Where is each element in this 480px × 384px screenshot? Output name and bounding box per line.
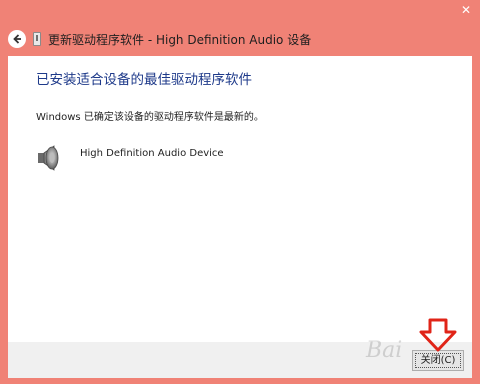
content-panel: 已安装适合设备的最佳驱动程序软件 Windows 已确定该设备的驱动程序软件是最… (8, 56, 472, 342)
watermark: Bai (366, 338, 403, 363)
device-manager-icon (33, 32, 41, 46)
window-close-icon[interactable]: ✕ (452, 0, 480, 20)
footer-bar: 关闭(C) (8, 342, 472, 378)
back-arrow-icon (13, 34, 21, 44)
speaker-icon (38, 145, 59, 171)
title-bar: 更新驱动程序软件 - High Definition Audio 设备 (0, 22, 480, 56)
result-heading: 已安装适合设备的最佳驱动程序软件 (36, 72, 252, 88)
down-arrow-annotation-icon (419, 318, 457, 352)
status-message: Windows 已确定该设备的驱动程序软件是最新的。 (36, 112, 264, 123)
close-button[interactable]: 关闭(C) (412, 350, 464, 371)
window-title: 更新驱动程序软件 - High Definition Audio 设备 (48, 33, 312, 47)
back-button[interactable] (8, 30, 26, 48)
device-name: High Definition Audio Device (80, 148, 224, 159)
